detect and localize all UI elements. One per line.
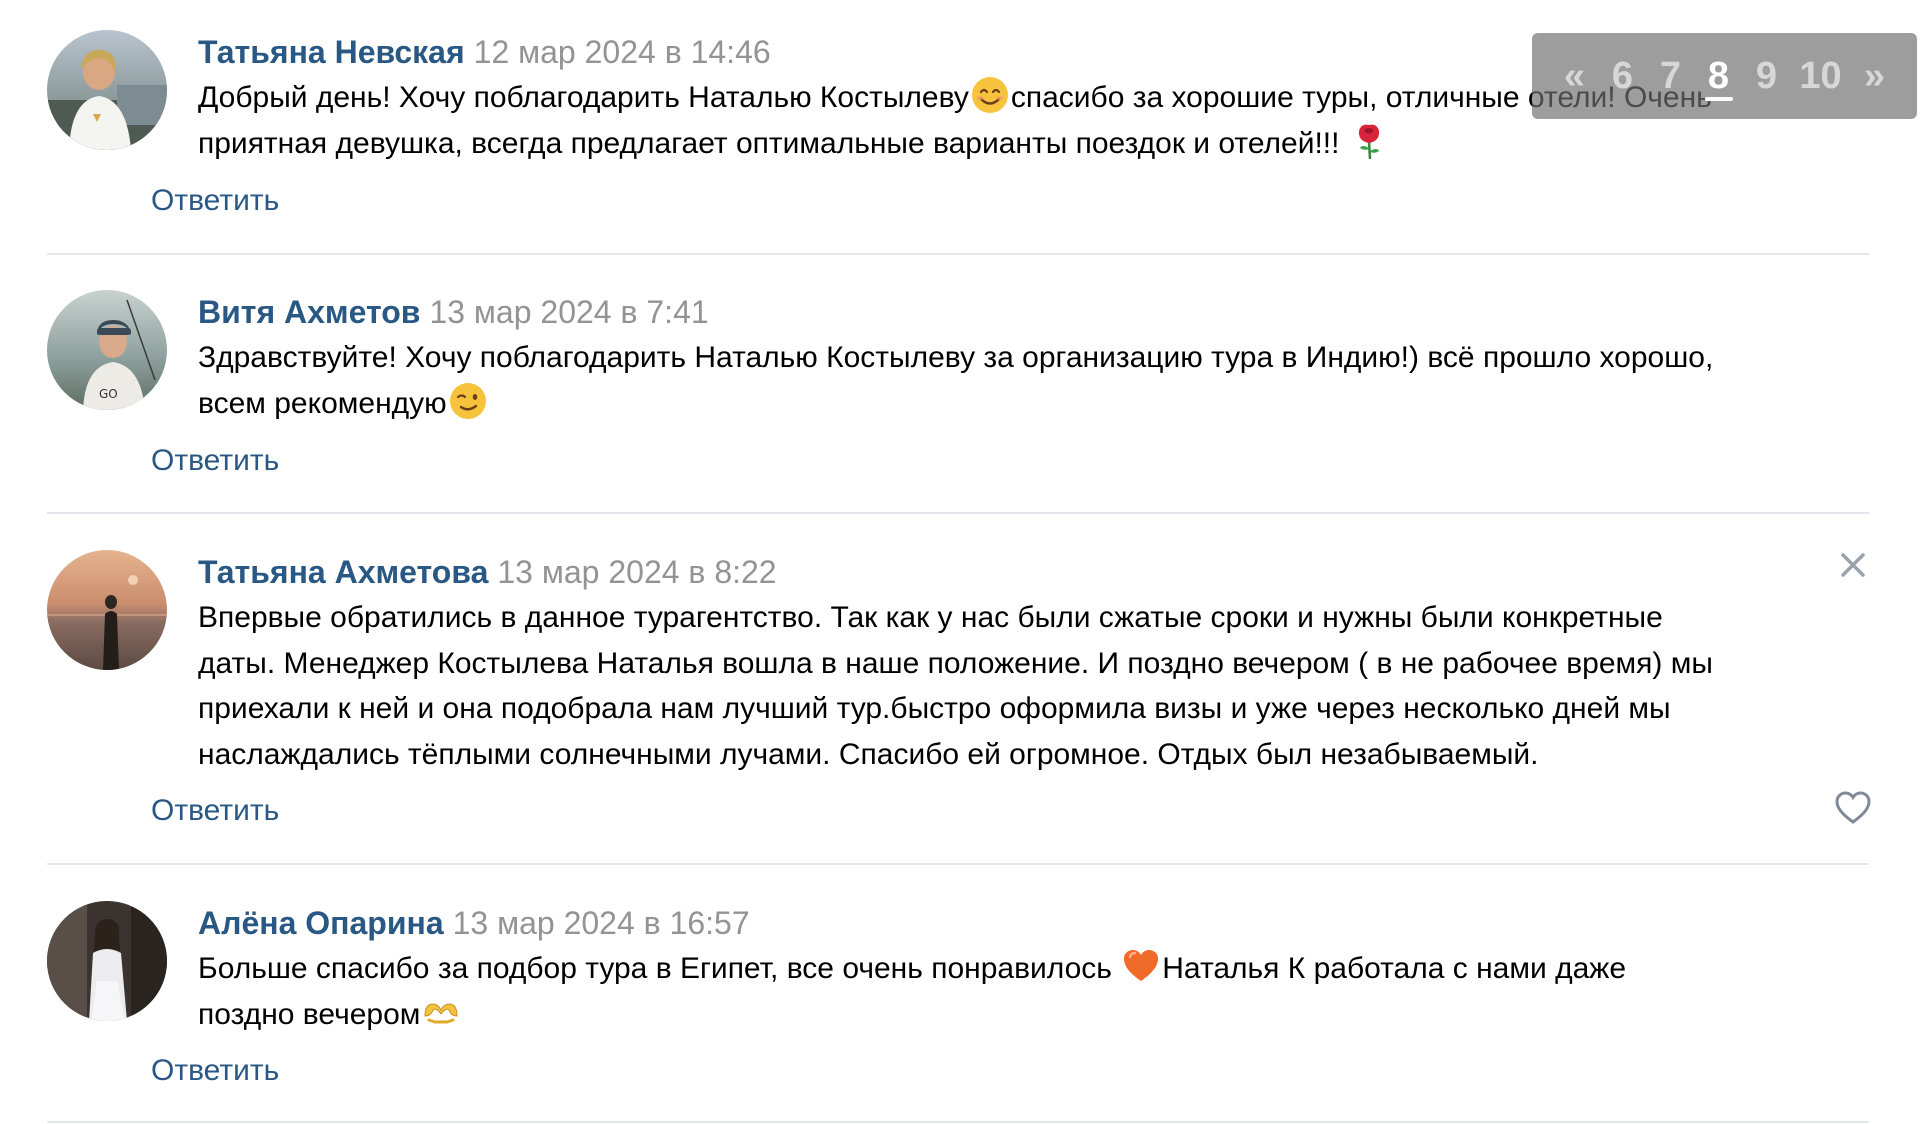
page-10-button[interactable]: 10 <box>1791 33 1851 119</box>
comment-text: Больше спасибо за подбор тура в Египет, … <box>198 946 1918 1037</box>
avatar[interactable] <box>47 30 167 150</box>
comment-text-line: всем рекомендую <box>198 381 1918 427</box>
divider <box>47 253 1869 255</box>
heart-hands-emoji <box>421 992 461 1032</box>
comment-date[interactable]: 12 мар 2024 в 14:46 <box>474 34 771 70</box>
close-icon[interactable] <box>1837 549 1869 581</box>
divider <box>47 1121 1869 1123</box>
comment-text-line: наслаждались тёплыми солнечными лучами. … <box>198 737 1539 771</box>
svg-text:GO: GO <box>99 387 118 401</box>
heart-icon[interactable] <box>1834 790 1872 826</box>
rose-emoji <box>1349 121 1389 161</box>
pagination: « 6 7 8 9 10 » <box>1532 33 1917 119</box>
avatar[interactable] <box>47 550 167 670</box>
comment-date[interactable]: 13 мар 2024 в 8:22 <box>497 554 776 590</box>
comment-date[interactable]: 13 мар 2024 в 16:57 <box>453 905 750 941</box>
avatar[interactable]: GO <box>47 290 167 410</box>
comment-author[interactable]: Татьяна Невская <box>198 34 465 70</box>
reply-link[interactable]: Ответить <box>151 793 279 829</box>
reply-link[interactable]: Ответить <box>151 183 279 219</box>
prev-page-button[interactable]: « <box>1551 33 1599 119</box>
orange-heart-emoji <box>1121 946 1161 986</box>
comment-text-line: даты. Менеджер Костылева Наталья вошла в… <box>198 646 1713 680</box>
winking-face-emoji <box>448 381 488 421</box>
next-page-button[interactable]: » <box>1851 33 1899 119</box>
avatar[interactable] <box>47 901 167 1021</box>
comment-text-line: Впервые обратились в данное турагентство… <box>198 601 1663 634</box>
comment-author[interactable]: Алёна Опарина <box>198 905 444 941</box>
reply-link[interactable]: Ответить <box>151 1053 279 1089</box>
comment-date[interactable]: 13 мар 2024 в 7:41 <box>429 294 708 330</box>
comment-author[interactable]: Витя Ахметов <box>198 294 420 330</box>
page-9-button[interactable]: 9 <box>1743 33 1791 119</box>
comment-text-line: Больше спасибо за подбор тура в Египет, … <box>198 946 1918 992</box>
comment-text-line: Здравствуйте! Хочу поблагодарить Наталью… <box>198 341 1714 374</box>
reply-link[interactable]: Ответить <box>151 443 279 479</box>
page-8-button[interactable]: 8 <box>1695 33 1743 119</box>
comment-text-line: поздно вечером <box>198 992 1918 1038</box>
smiling-face-emoji <box>970 75 1010 115</box>
page-6-button[interactable]: 6 <box>1599 33 1647 119</box>
comment-text: Впервые обратились в данное турагентство… <box>198 595 1918 777</box>
comment-text-line: приехали к ней и она подобрала нам лучши… <box>198 692 1671 725</box>
divider <box>47 512 1869 514</box>
comment-author[interactable]: Татьяна Ахметова <box>198 554 488 590</box>
comment-text-line: приятная девушка, всегда предлагает опти… <box>198 121 1918 167</box>
divider <box>47 863 1869 865</box>
comment-text: Здравствуйте! Хочу поблагодарить Наталью… <box>198 335 1918 426</box>
page-7-button[interactable]: 7 <box>1647 33 1695 119</box>
